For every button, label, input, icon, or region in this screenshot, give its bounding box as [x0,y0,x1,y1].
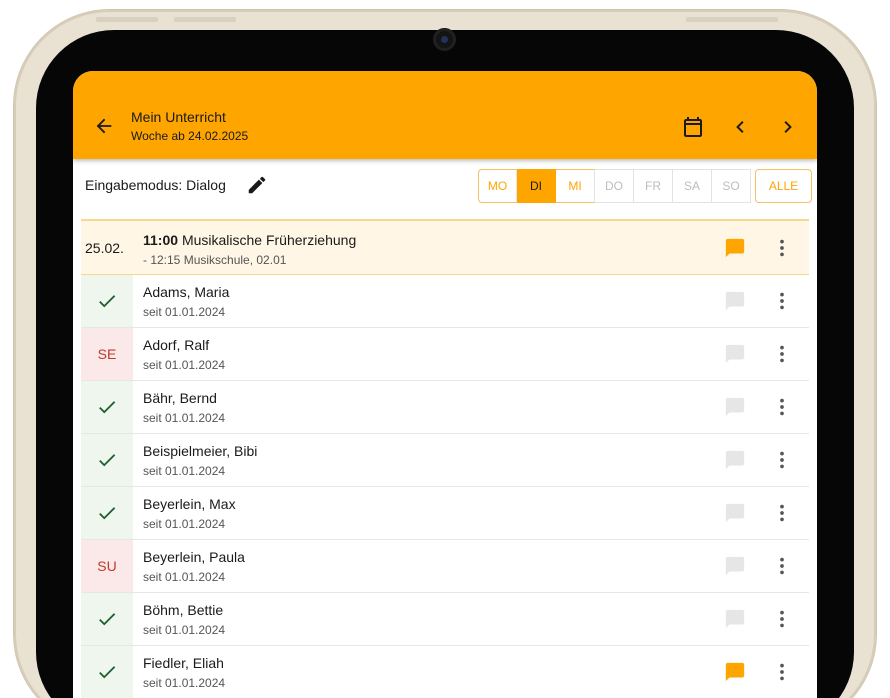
attendance-status-present[interactable] [81,275,133,327]
check-icon [99,295,116,308]
more-vert-icon[interactable] [771,396,793,418]
check-icon [99,507,116,520]
device-button [96,17,158,22]
student-row[interactable]: Bähr, Bernd seit 01.01.2024 [81,381,809,434]
check-icon [99,454,116,467]
attendance-status-present[interactable] [81,646,133,698]
student-name: Adams, Maria [143,284,230,300]
student-row[interactable]: SU Beyerlein, Paula seit 01.01.2024 [81,540,809,593]
attendance-status-absent[interactable]: SU [81,540,133,592]
student-since: seit 01.01.2024 [143,570,226,584]
camera-icon [433,28,456,51]
day-toggle-mi[interactable]: MI [556,169,595,203]
student-since: seit 01.01.2024 [143,464,226,478]
pencil-icon[interactable] [246,174,268,196]
student-since: seit 01.01.2024 [143,358,226,372]
comment-icon[interactable] [724,290,746,312]
day-toggle-di[interactable]: DI [517,169,556,203]
input-mode-row: Eingabemodus: Dialog MO DI MI DO FR SA S… [73,169,817,209]
attendance-status-absent[interactable]: SE [81,328,133,380]
day-toggle-sa[interactable]: SA [673,169,712,203]
attendance-status-present[interactable] [81,487,133,539]
comment-icon[interactable] [724,608,746,630]
comment-icon[interactable] [724,343,746,365]
attendance-status-present[interactable] [81,434,133,486]
day-toggle-so[interactable]: SO [712,169,751,203]
student-row[interactable]: Beyerlein, Max seit 01.01.2024 [81,487,809,540]
student-row[interactable]: Beispielmeier, Bibi seit 01.01.2024 [81,434,809,487]
student-name: Bähr, Bernd [143,390,217,406]
more-vert-icon[interactable] [771,608,793,630]
comment-icon[interactable] [724,502,746,524]
more-vert-icon[interactable] [771,237,793,259]
device-button [174,17,236,22]
attendance-status-present[interactable] [81,381,133,433]
comment-icon[interactable] [724,396,746,418]
attendance-list: 25.02. 11:00 Musikalische Früherziehung … [81,219,809,698]
lesson-date: 25.02. [85,240,124,256]
student-since: seit 01.01.2024 [143,676,226,690]
chevron-left-icon[interactable] [729,115,753,139]
lesson-title: 11:00 Musikalische Früherziehung [143,232,356,248]
check-icon [99,613,116,626]
app-bar: Mein Unterricht Woche ab 24.02.2025 [73,71,817,159]
student-name: Böhm, Bettie [143,602,224,618]
more-vert-icon[interactable] [771,449,793,471]
chevron-right-icon[interactable] [775,115,799,139]
student-row[interactable]: Böhm, Bettie seit 01.01.2024 [81,593,809,646]
student-name: Beispielmeier, Bibi [143,443,258,459]
page-subtitle: Woche ab 24.02.2025 [131,129,249,143]
student-row[interactable]: SE Adorf, Ralf seit 01.01.2024 [81,328,809,381]
lesson-time: 11:00 [143,232,179,248]
app-screen: Mein Unterricht Woche ab 24.02.2025 Eing… [73,71,817,698]
lesson-detail: - 12:15 Musikschule, 02.01 [143,253,287,267]
arrow-back-icon[interactable] [93,115,115,137]
student-name: Fiedler, Eliah [143,655,224,671]
day-toggle-do[interactable]: DO [595,169,634,203]
more-vert-icon[interactable] [771,555,793,577]
day-toggle-fr[interactable]: FR [634,169,673,203]
student-name: Beyerlein, Max [143,496,236,512]
student-since: seit 01.01.2024 [143,517,226,531]
check-icon [99,401,116,414]
more-vert-icon[interactable] [771,290,793,312]
calendar-icon[interactable] [681,115,705,139]
student-name: Beyerlein, Paula [143,549,245,565]
student-since: seit 01.01.2024 [143,411,226,425]
student-since: seit 01.01.2024 [143,623,226,637]
attendance-status-present[interactable] [81,593,133,645]
student-row[interactable]: Adams, Maria seit 01.01.2024 [81,275,809,328]
device-button [686,17,778,22]
lesson-name: Musikalische Früherziehung [181,232,357,248]
student-row[interactable]: Fiedler, Eliah seit 01.01.2024 [81,646,809,698]
day-toggle-mo[interactable]: MO [478,169,517,203]
input-mode-label: Eingabemodus: Dialog [85,177,226,193]
comment-icon[interactable] [724,661,746,683]
all-days-button[interactable]: ALLE [755,169,812,203]
more-vert-icon[interactable] [771,502,793,524]
more-vert-icon[interactable] [771,661,793,683]
lesson-header[interactable]: 25.02. 11:00 Musikalische Früherziehung … [81,219,809,275]
comment-icon[interactable] [724,555,746,577]
check-icon [99,666,116,679]
weekday-selector: MO DI MI DO FR SA SO ALLE [478,169,812,203]
student-since: seit 01.01.2024 [143,305,226,319]
more-vert-icon[interactable] [771,343,793,365]
comment-icon[interactable] [724,237,746,259]
comment-icon[interactable] [724,449,746,471]
page-title: Mein Unterricht [131,109,226,125]
student-name: Adorf, Ralf [143,337,210,353]
